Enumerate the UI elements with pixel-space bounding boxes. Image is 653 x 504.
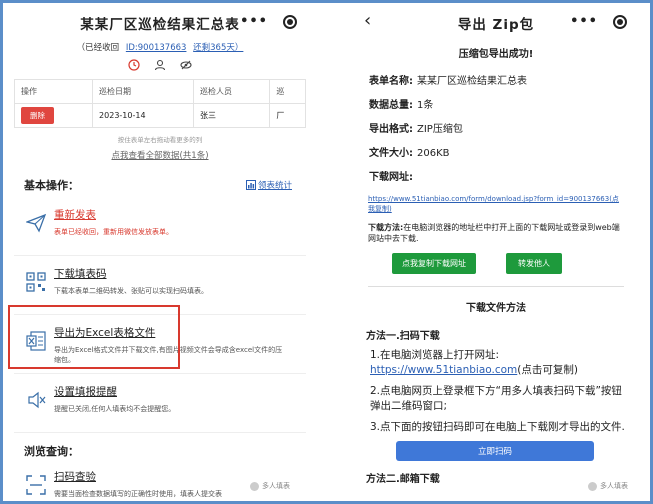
step2: 2.点电脑网页上登录框下方“用多人填表扫码下载”按钮弹出二维码窗口;: [370, 385, 622, 412]
copy-url-button[interactable]: 点我复制下载网址: [392, 253, 476, 274]
republish-title: 重新发表: [54, 209, 96, 221]
section-title-browse: 浏览查询：: [24, 445, 79, 458]
step3: 3.点下面的按钮扫码即可在电脑上下载刚才导出的文件.: [370, 421, 625, 433]
method-text: 在电脑浏览器的地址栏中打开上面的下载网址或登录到web端网站中去下载.: [368, 223, 620, 243]
left-watermark: 多人填表: [250, 481, 290, 491]
field-format: 导出格式: ZIP压缩包: [369, 120, 636, 144]
browse-section: 浏览查询：: [24, 443, 306, 459]
field-value: 1条: [417, 100, 434, 111]
reminder-desc: 提醒已关闭,任何人填表均不会提醒您。: [54, 405, 176, 413]
field-value: ZIP压缩包: [417, 124, 463, 135]
more-menu-icon[interactable]: •••: [570, 14, 598, 29]
export-result-card: 压缩包导出成功! 表单名称: 某某厂区巡检结果汇总表 数据总量: 1条 导出格式: Z…: [356, 45, 636, 485]
republish-desc: 表单已经收回，重新用微信发放表单。: [54, 228, 173, 236]
page-title: 导出 Zip包: [457, 17, 535, 33]
table-row: 删除 2023-10-14 张三 厂: [14, 103, 306, 128]
col-header-inspector: 巡检人员: [192, 79, 271, 104]
success-message: 压缩包导出成功!: [458, 49, 534, 60]
watermark-logo-icon: [588, 481, 597, 491]
right-phone-screen: ‹ 导出 Zip包 ••• 压缩包导出成功! 表单名称: 某某厂区巡检结果汇总表 …: [356, 3, 636, 501]
download-method: 下载方法:在电脑浏览器的地址栏中打开上面的下载网址或登录到web端网站中去下载.: [356, 222, 636, 244]
cell-extra: 厂: [269, 103, 306, 128]
data-table: 操作 巡检日期 巡检人员 巡 删除 2023-10-14 张三 厂: [14, 79, 306, 128]
download-url-label-row: 下载网址:: [369, 168, 636, 192]
cell-operation: 删除: [14, 103, 94, 128]
right-header: ‹ 导出 Zip包 •••: [356, 3, 636, 43]
field-form-name: 表单名称: 某某厂区巡检结果汇总表: [369, 72, 636, 96]
forward-button[interactable]: 转发他人: [506, 253, 562, 274]
hide-eye-icon[interactable]: [180, 59, 192, 71]
download-qr-desc: 下载本表单二维码转发、张贴可以实现扫码填表。: [54, 287, 208, 295]
section-title-basic: 基本操作：: [24, 179, 79, 192]
download-qr-title: 下载填表码: [54, 268, 107, 280]
delete-button[interactable]: 删除: [21, 107, 54, 124]
col-header-operation: 操作: [14, 79, 94, 104]
field-file-size: 文件大小: 206KB: [369, 144, 636, 168]
stats-link-label: 领表统计: [257, 181, 292, 191]
user-icon[interactable]: [154, 59, 166, 71]
step1-text: 1.在电脑浏览器上打开网址:: [370, 349, 500, 361]
methods-title: 下载文件方法: [466, 303, 526, 314]
divider: [368, 286, 624, 287]
method1-heading: 方法一.扫码下载: [366, 331, 440, 342]
status-text: （已经收回: [76, 43, 120, 53]
table-header-row: 操作 巡检日期 巡检人员 巡: [14, 79, 306, 104]
screenshot-canvas: 某某厂区巡检结果汇总表 ••• （已经收回 ID:900137663 还剩365…: [0, 0, 653, 504]
left-phone-screen: 某某厂区巡检结果汇总表 ••• （已经收回 ID:900137663 还剩365…: [14, 3, 306, 501]
excel-export-highlight: [8, 305, 180, 369]
watermark-text: 多人填表: [600, 482, 628, 490]
history-icon[interactable]: [128, 59, 140, 71]
site-url-link[interactable]: https://www.51tianbiao.com: [370, 364, 517, 376]
chart-icon: [245, 180, 256, 190]
qr-code-icon: [26, 272, 46, 292]
reminder-item[interactable]: 设置填报提醒 提醒已关闭,任何人填表均不会提醒您。: [14, 374, 306, 433]
watermark-logo-icon: [250, 481, 259, 491]
form-id-link[interactable]: ID:900137663: [126, 43, 187, 53]
download-url-label: 下载网址:: [369, 172, 413, 183]
more-menu-icon[interactable]: •••: [240, 14, 268, 29]
right-watermark: 多人填表: [588, 481, 628, 491]
field-label: 表单名称:: [369, 76, 413, 87]
quick-icons: [14, 59, 306, 71]
record-icon[interactable]: [283, 15, 297, 29]
scan-now-button[interactable]: 立即扫码: [396, 441, 594, 461]
field-value: 206KB: [417, 148, 450, 159]
reminder-title: 设置填报提醒: [54, 386, 117, 398]
field-value: 某某厂区巡检结果汇总表: [417, 76, 527, 87]
left-header: 某某厂区巡检结果汇总表 •••: [14, 3, 306, 43]
paper-plane-icon: [26, 213, 46, 233]
col-header-date: 巡检日期: [92, 79, 194, 104]
basic-ops-section: 基本操作： 领表统计: [24, 177, 306, 193]
days-remaining[interactable]: 还剩365天）: [193, 43, 243, 53]
copy-hint[interactable]: (点击可复制): [517, 364, 578, 376]
method-label: 下载方法:: [368, 223, 404, 232]
back-chevron-icon[interactable]: ‹: [364, 10, 371, 31]
col-header-extra: 巡: [269, 79, 306, 104]
view-all-link[interactable]: 点我查看全部数据(共1条): [14, 149, 306, 161]
field-label: 数据总量:: [369, 100, 413, 111]
watermark-text: 多人填表: [262, 482, 290, 490]
field-data-count: 数据总量: 1条: [369, 96, 636, 120]
page-title: 某某厂区巡检结果汇总表: [80, 17, 240, 33]
action-buttons: 点我复制下载网址 转发他人: [392, 253, 636, 274]
republish-item[interactable]: 重新发表 表单已经收回，重新用微信发放表单。: [14, 197, 306, 256]
field-label: 导出格式:: [369, 124, 413, 135]
download-url-link[interactable]: https://www.51tianbiao.com/form/download…: [356, 194, 636, 214]
mute-speaker-icon: [28, 391, 46, 409]
record-icon[interactable]: [613, 15, 627, 29]
cell-inspector: 张三: [192, 103, 271, 128]
field-label: 文件大小:: [369, 148, 413, 159]
scan-check-item[interactable]: 扫码查验 需要当面检查数据填写的正确性时使用，填表人提交表: [14, 459, 306, 501]
step1: 1.在电脑浏览器上打开网址: https://www.51tianbiao.com…: [370, 348, 636, 378]
scan-icon: [26, 475, 46, 495]
stats-link[interactable]: 领表统计: [245, 179, 292, 191]
drag-hint: 按住表单左右拖动看更多的列: [117, 136, 203, 144]
cell-date: 2023-10-14: [92, 103, 194, 128]
